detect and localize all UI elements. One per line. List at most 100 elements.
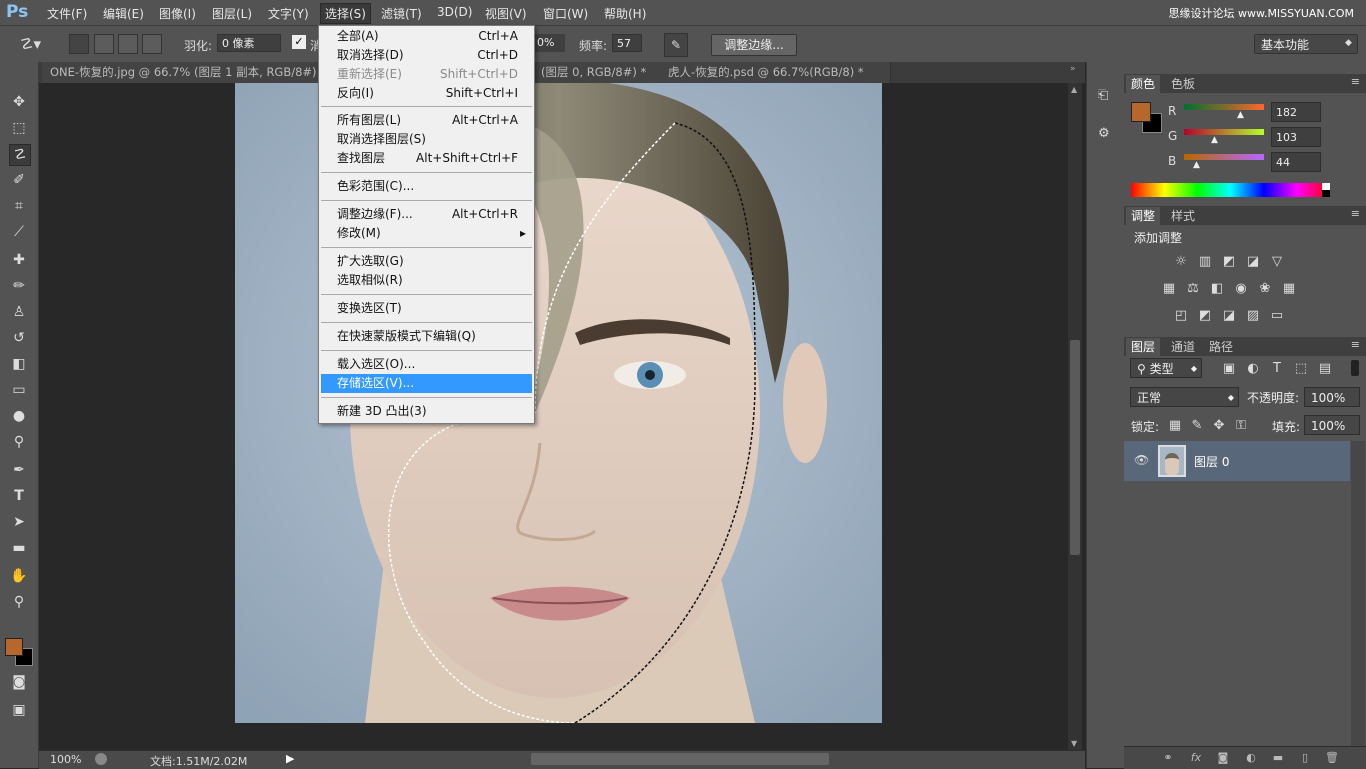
menu-color-range[interactable]: 色彩范围(C)...	[319, 177, 534, 196]
tab-color[interactable]: 颜色	[1126, 75, 1161, 93]
tab-swatches[interactable]: 色板	[1166, 75, 1200, 93]
tab-document-2[interactable]: (图层 0, RGB/8#) * ×	[533, 62, 668, 100]
link-layers-icon[interactable]: ⚭	[1161, 751, 1175, 765]
menu-similar[interactable]: 选取相似(R)	[319, 271, 534, 290]
new-group-icon[interactable]: ▬	[1271, 751, 1285, 765]
hue-saturation-icon[interactable]: ▦	[1161, 282, 1177, 296]
tab-document-3[interactable]: 虎人-恢复的.psd @ 66.7%(RGB/8) * ×	[660, 62, 891, 100]
blue-slider-handle-icon[interactable]: ▲	[1193, 160, 1200, 170]
new-adjustment-icon[interactable]: ◐	[1244, 751, 1258, 765]
menu-save-selection[interactable]: 存储选区(V)...	[321, 374, 532, 393]
menu-deselect[interactable]: 取消选择(D) Ctrl+D	[319, 46, 534, 65]
menu-window[interactable]: 窗口(W)	[543, 5, 588, 22]
photo-filter-icon[interactable]: ◉	[1233, 282, 1249, 296]
menu-image[interactable]: 图像(I)	[159, 5, 196, 22]
menu-find-layers[interactable]: 查找图层 Alt+Shift+Ctrl+F	[319, 149, 534, 168]
red-slider-handle-icon[interactable]: ▲	[1237, 110, 1244, 120]
delete-layer-icon[interactable]: 🗑	[1325, 751, 1339, 765]
subtract-selection-icon[interactable]	[118, 34, 138, 54]
tab-adjustments[interactable]: 调整	[1126, 207, 1161, 225]
threshold-icon[interactable]: ◪	[1221, 309, 1237, 323]
pen-tool-icon[interactable]: ✒	[9, 460, 29, 480]
add-selection-icon[interactable]	[94, 34, 114, 54]
brightness-icon[interactable]: ☼	[1173, 255, 1189, 269]
marquee-tool-icon[interactable]: ⬚	[9, 118, 29, 138]
refine-edge-button[interactable]: 调整边缘...	[711, 34, 797, 56]
eyedropper-tool-icon[interactable]: ⟋	[9, 222, 29, 242]
lasso-tool-icon[interactable]: ☡	[9, 144, 31, 166]
pen-pressure-icon[interactable]: ✎	[664, 33, 688, 57]
feather-input[interactable]: 0 像素	[217, 34, 281, 52]
crop-tool-icon[interactable]: ⌗	[9, 196, 29, 216]
color-foreground-swatch[interactable]	[1131, 102, 1151, 122]
channel-mixer-icon[interactable]: ❀	[1257, 282, 1273, 296]
new-layer-icon[interactable]: ▯	[1298, 751, 1312, 765]
zoom-level[interactable]: 100%	[50, 753, 81, 766]
status-menu-arrow-icon[interactable]: ▶	[286, 752, 294, 765]
green-slider[interactable]	[1184, 129, 1264, 135]
menu-quick-mask[interactable]: 在快速蒙版模式下编辑(Q)	[319, 327, 534, 346]
green-slider-handle-icon[interactable]: ▲	[1211, 135, 1218, 145]
properties-panel-icon[interactable]: ⚙	[1098, 126, 1110, 141]
menu-grow[interactable]: 扩大选取(G)	[319, 252, 534, 271]
menu-transform-selection[interactable]: 变换选区(T)	[319, 299, 534, 318]
invert-icon[interactable]: ◰	[1173, 309, 1189, 323]
filter-adjust-icon[interactable]: ◐	[1245, 362, 1261, 376]
intersect-selection-icon[interactable]	[142, 34, 162, 54]
scroll-down-icon[interactable]: ▼	[1071, 739, 1077, 748]
posterize-icon[interactable]: ◩	[1197, 309, 1213, 323]
color-balance-icon[interactable]: ⚖	[1185, 282, 1201, 296]
blend-mode-dropdown[interactable]: 正常 ◆	[1130, 387, 1239, 407]
curves-icon[interactable]: ◩	[1221, 255, 1237, 269]
history-panel-icon[interactable]: ⎗	[1098, 88, 1108, 103]
red-slider[interactable]	[1184, 104, 1264, 110]
menu-select-all[interactable]: 全部(A) Ctrl+A	[319, 27, 534, 46]
lock-transparent-icon[interactable]: ▦	[1167, 419, 1183, 433]
menu-load-selection[interactable]: 载入选区(O)...	[319, 355, 534, 374]
black-white-icon[interactable]: ◧	[1209, 282, 1225, 296]
brush-tool-icon[interactable]: ✏	[9, 276, 29, 296]
layers-scrollbar[interactable]	[1351, 441, 1365, 746]
color-lookup-icon[interactable]: ▦	[1281, 282, 1297, 296]
white-swatch[interactable]	[1322, 183, 1330, 190]
filter-toggle[interactable]	[1351, 360, 1359, 376]
gradient-map-icon[interactable]: ▭	[1269, 309, 1285, 323]
dodge-tool-icon[interactable]: ⚲	[9, 432, 29, 452]
vibrance-icon[interactable]: ▽	[1269, 255, 1285, 269]
menu-file[interactable]: 文件(F)	[47, 5, 87, 22]
menu-refine-edge[interactable]: 调整边缘(F)... Alt+Ctrl+R	[319, 205, 534, 224]
menu-help[interactable]: 帮助(H)	[604, 5, 646, 22]
menu-type[interactable]: 文字(Y)	[268, 5, 309, 22]
menu-3d[interactable]: 3D(D)	[437, 5, 472, 19]
move-tool-icon[interactable]: ✥	[9, 92, 29, 112]
menu-inverse[interactable]: 反向(I) Shift+Ctrl+I	[319, 84, 534, 103]
tab-document-1[interactable]: ONE-恢复的.jpg @ 66.7% (图层 1 副本, RGB/8#)	[42, 62, 330, 83]
filter-smart-icon[interactable]: ▤	[1317, 362, 1333, 376]
fx-icon[interactable]: fx	[1189, 751, 1203, 765]
layer-row[interactable]: 👁 图层 0	[1124, 441, 1350, 481]
selective-color-icon[interactable]: ▨	[1245, 309, 1261, 323]
workspace-dropdown[interactable]: 基本功能	[1254, 34, 1358, 54]
fill-input[interactable]: 100%	[1304, 415, 1360, 435]
panel-menu-icon[interactable]: ≡	[1351, 75, 1360, 88]
lock-all-icon[interactable]: ⚿	[1233, 419, 1249, 433]
black-swatch[interactable]	[1322, 190, 1330, 197]
green-value[interactable]: 103	[1271, 127, 1321, 147]
layer-visibility-icon[interactable]: 👁	[1134, 453, 1149, 467]
filter-pixel-icon[interactable]: ▣	[1221, 362, 1237, 376]
menu-layer[interactable]: 图层(L)	[212, 5, 252, 22]
exposure-icon[interactable]: ◪	[1245, 255, 1261, 269]
menu-select[interactable]: 选择(S)	[320, 3, 371, 24]
history-brush-icon[interactable]: ↺	[9, 328, 29, 348]
menu-all-layers[interactable]: 所有图层(L) Alt+Ctrl+A	[319, 111, 534, 130]
clone-stamp-icon[interactable]: ♙	[9, 302, 29, 322]
levels-icon[interactable]: ▥	[1197, 255, 1213, 269]
filter-shape-icon[interactable]: ⬚	[1293, 362, 1309, 376]
status-info-icon[interactable]	[95, 753, 107, 765]
hand-tool-icon[interactable]: ✋	[9, 566, 29, 586]
blue-value[interactable]: 44	[1271, 152, 1321, 172]
screen-mode-icon[interactable]: ▣	[9, 700, 29, 720]
eraser-tool-icon[interactable]: ◧	[9, 354, 29, 374]
filter-type-icon[interactable]: T	[1269, 362, 1285, 376]
opacity-input[interactable]: 100%	[1304, 387, 1360, 407]
